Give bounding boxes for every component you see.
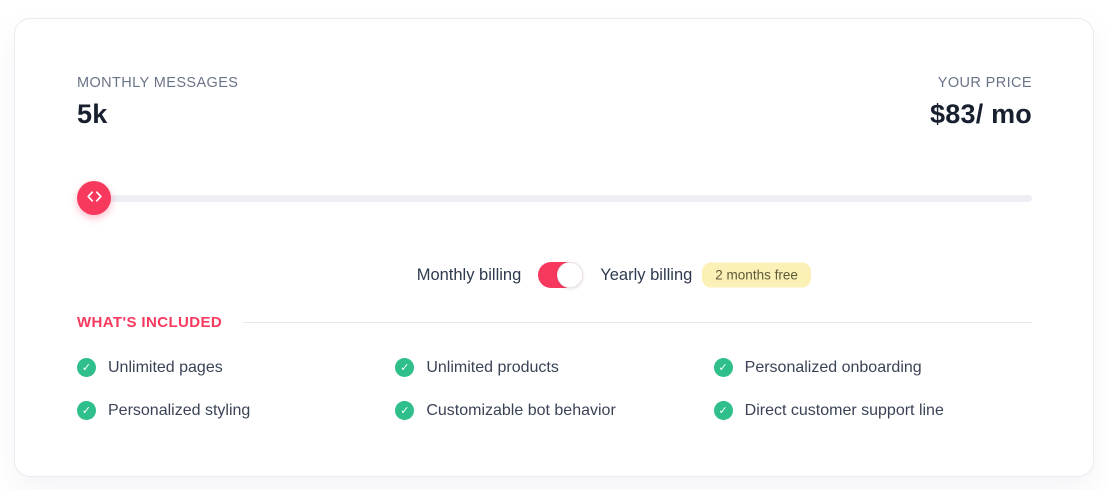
monthly-messages-label: MONTHLY MESSAGES — [77, 75, 239, 91]
feature-label: Unlimited pages — [108, 358, 223, 376]
check-circle-icon: ✓ — [77, 401, 96, 420]
check-circle-icon: ✓ — [395, 401, 415, 420]
divider — [243, 322, 1032, 323]
whats-included-header: WHAT'S INCLUDED — [77, 314, 1032, 331]
features-grid: ✓ Unlimited pages ✓ Unlimited products ✓… — [77, 358, 1032, 420]
list-item: ✓ Unlimited products — [395, 358, 713, 377]
feature-label: Direct customer support line — [744, 401, 944, 419]
check-circle-icon: ✓ — [713, 401, 733, 420]
monthly-messages-metric: MONTHLY MESSAGES 5k — [77, 75, 238, 130]
list-item: ✓ Direct customer support line — [713, 401, 1032, 420]
slider-handle[interactable] — [77, 181, 111, 215]
list-item: ✓ Personalized onboarding — [713, 358, 1032, 377]
list-item: ✓ Unlimited pages — [77, 358, 395, 377]
feature-label: Personalized styling — [108, 401, 251, 419]
check-circle-icon: ✓ — [77, 358, 96, 377]
feature-label: Unlimited products — [426, 358, 559, 376]
check-circle-icon: ✓ — [713, 358, 733, 377]
check-circle-icon: ✓ — [395, 358, 415, 377]
chevron-left-right-icon — [86, 189, 103, 207]
billing-toggle[interactable] — [538, 262, 584, 288]
monthly-messages-value: 5k — [77, 99, 108, 129]
whats-included-title: WHAT'S INCLUDED — [77, 314, 223, 331]
yearly-billing-label[interactable]: Yearly billing — [600, 266, 692, 284]
feature-label: Personalized onboarding — [744, 358, 922, 376]
toggle-knob[interactable] — [557, 262, 584, 288]
list-item: ✓ Personalized styling — [77, 401, 395, 420]
pricing-card: MONTHLY MESSAGES 5k YOUR PRICE $83/ mo M… — [14, 18, 1094, 477]
metrics-row: MONTHLY MESSAGES 5k YOUR PRICE $83/ mo — [77, 75, 1032, 130]
price-metric: YOUR PRICE $83/ mo — [930, 75, 1032, 130]
messages-slider — [77, 181, 1032, 215]
price-value: $83/ mo — [930, 99, 1032, 129]
months-free-badge: 2 months free — [702, 262, 811, 288]
feature-label: Customizable bot behavior — [426, 401, 616, 419]
your-price-label: YOUR PRICE — [937, 75, 1032, 91]
slider-track[interactable] — [79, 195, 1032, 202]
list-item: ✓ Customizable bot behavior — [395, 401, 713, 420]
monthly-billing-label[interactable]: Monthly billing — [417, 266, 522, 285]
billing-toggle-row: Monthly billing Yearly billing 2 months … — [77, 262, 1032, 288]
